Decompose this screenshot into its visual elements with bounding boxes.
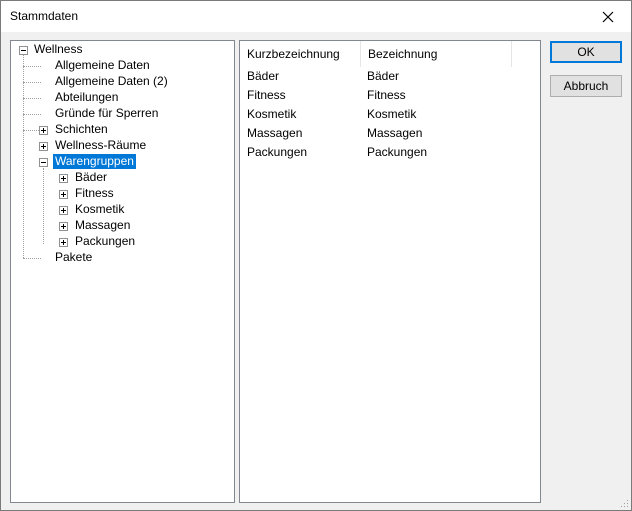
- tree-node-label: Massagen: [75, 218, 131, 232]
- tree-node-label: Gründe für Sperren: [55, 106, 159, 120]
- collapse-icon[interactable]: [19, 46, 28, 55]
- cell-bezeichnung: Massagen: [367, 126, 423, 140]
- cell-kurzbezeichnung: Massagen: [247, 126, 303, 140]
- tree-node-label: Wellness-Räume: [55, 138, 147, 152]
- title-bar: Stammdaten: [1, 1, 631, 32]
- tree-node-label: Fitness: [75, 186, 114, 200]
- cell-kurzbezeichnung: Kosmetik: [247, 107, 297, 121]
- tree-node-label: Allgemeine Daten: [55, 58, 150, 72]
- expand-icon[interactable]: [59, 190, 68, 199]
- resize-grip-icon[interactable]: [619, 498, 629, 508]
- cell-bezeichnung: Bäder: [367, 69, 400, 83]
- expand-icon[interactable]: [39, 142, 48, 151]
- tree-node-label: Bäder: [75, 170, 108, 184]
- tree-node-label: Packungen: [75, 234, 136, 248]
- master-data-tree[interactable]: Wellness Allgemeine Daten Allgemeine Dat…: [10, 40, 235, 503]
- tree-node-label: Schichten: [55, 122, 108, 136]
- expand-icon[interactable]: [39, 126, 48, 135]
- tree-node-label: Wellness: [34, 42, 83, 56]
- expand-icon[interactable]: [59, 222, 68, 231]
- details-list[interactable]: Kurzbezeichnung Bezeichnung Bäder Bäder …: [239, 40, 541, 503]
- tree-connector: [43, 168, 44, 244]
- tree-connector: [23, 55, 24, 258]
- collapse-icon[interactable]: [39, 158, 48, 167]
- tree-node-label-selected: Warengruppen: [52, 153, 137, 170]
- column-header-label: Bezeichnung: [368, 47, 438, 61]
- window-title: Stammdaten: [10, 9, 79, 23]
- tree-node-label: Allgemeine Daten (2): [55, 74, 168, 88]
- tree-connector: [23, 98, 41, 99]
- tree-connector: [23, 82, 41, 83]
- expand-icon[interactable]: [59, 238, 68, 247]
- cell-bezeichnung: Fitness: [367, 88, 406, 102]
- close-button[interactable]: [585, 1, 631, 32]
- dialog-window: Stammdaten Wellness Allgemeine Daten All…: [0, 0, 632, 511]
- list-row[interactable]: Packungen Packungen: [240, 143, 540, 162]
- ok-button[interactable]: OK: [550, 41, 622, 63]
- expand-icon[interactable]: [59, 174, 68, 183]
- expand-icon[interactable]: [59, 206, 68, 215]
- column-header-kurzbezeichnung[interactable]: Kurzbezeichnung: [240, 41, 361, 67]
- tree-node-label: Pakete: [55, 250, 93, 264]
- list-row[interactable]: Fitness Fitness: [240, 86, 540, 105]
- tree-node-label: Abteilungen: [55, 90, 119, 104]
- column-header-label: Kurzbezeichnung: [247, 47, 340, 61]
- list-row[interactable]: Massagen Massagen: [240, 124, 540, 143]
- cell-bezeichnung: Kosmetik: [367, 107, 417, 121]
- tree-connector: [23, 258, 41, 259]
- cell-kurzbezeichnung: Bäder: [247, 69, 280, 83]
- tree-connector: [23, 66, 41, 67]
- cell-kurzbezeichnung: Packungen: [247, 145, 308, 159]
- cell-bezeichnung: Packungen: [367, 145, 428, 159]
- close-icon: [602, 11, 614, 22]
- list-row[interactable]: Kosmetik Kosmetik: [240, 105, 540, 124]
- cell-kurzbezeichnung: Fitness: [247, 88, 286, 102]
- column-header-bezeichnung[interactable]: Bezeichnung: [361, 41, 512, 67]
- tree-node-label: Kosmetik: [75, 202, 125, 216]
- tree-connector: [23, 114, 41, 115]
- cancel-button[interactable]: Abbruch: [550, 75, 622, 97]
- list-row[interactable]: Bäder Bäder: [240, 67, 540, 86]
